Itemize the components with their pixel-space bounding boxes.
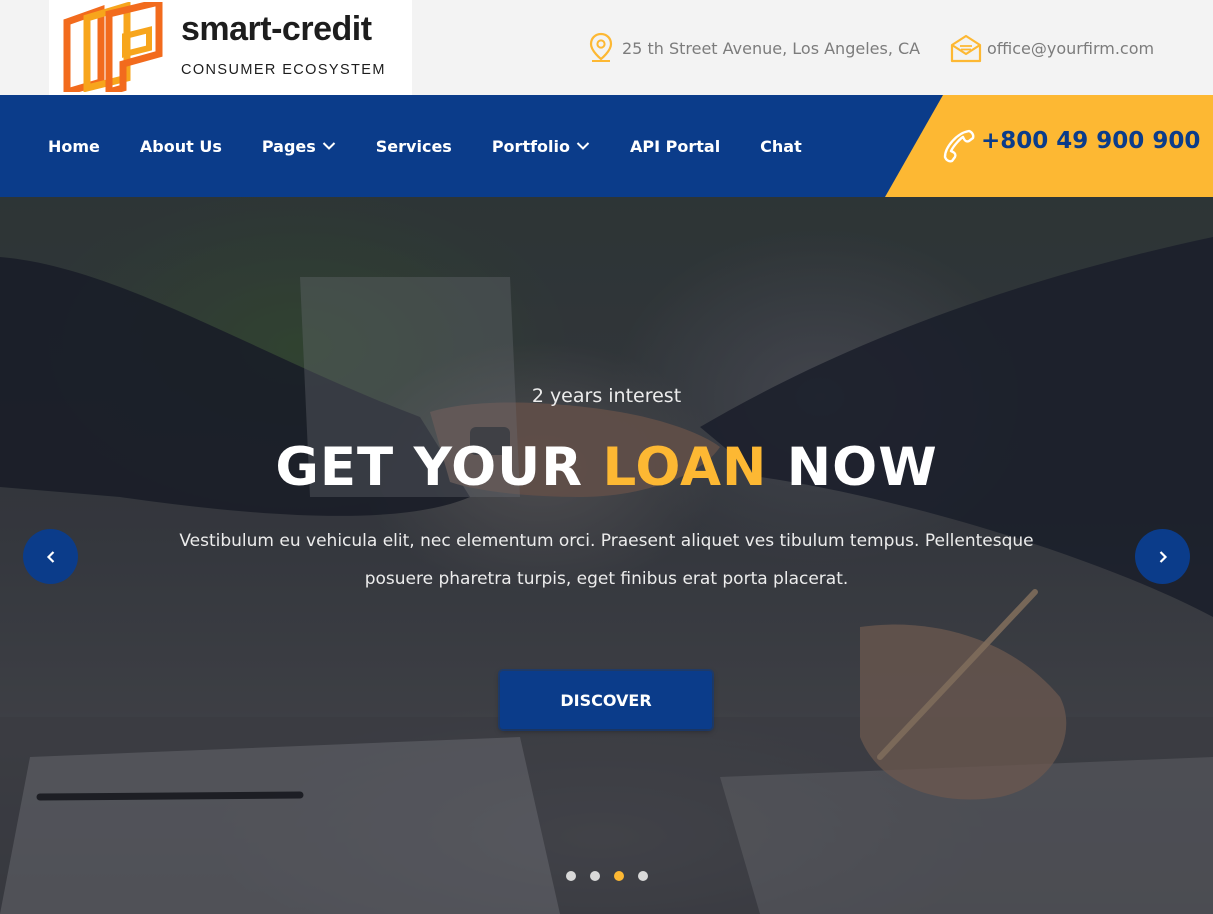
address-info: 25 th Street Avenue, Los Angeles, CA [584, 28, 920, 68]
discover-button[interactable]: DISCOVER [500, 671, 712, 729]
hero-description: Vestibulum eu vehicula elit, nec element… [179, 531, 1034, 589]
hero-title: GET YOUR LOAN NOW [0, 437, 1213, 498]
nav-item-portfolio[interactable]: Portfolio [492, 137, 590, 156]
slider-next-button[interactable] [1135, 529, 1190, 584]
nav-item-chat[interactable]: Chat [760, 137, 802, 156]
slider-dot-2[interactable] [589, 871, 600, 881]
nav-item-home[interactable]: Home [48, 137, 100, 156]
nav-item-label: Home [48, 136, 100, 156]
slider-prev-button[interactable] [23, 529, 78, 584]
address-text: 25 th Street Avenue, Los Angeles, CA [622, 38, 921, 58]
site-logo[interactable]: smart-credit CONSUMER ECOSYSTEM [49, 0, 412, 95]
nav-item-label: API Portal [630, 136, 721, 156]
slider-dot-1[interactable] [565, 871, 576, 881]
hero-title-part2: NOW [767, 437, 938, 498]
phone-number[interactable]: +800 49 900 900 [981, 128, 1200, 154]
hero-title-part1: GET YOUR [275, 437, 603, 498]
nav-item-label: Portfolio [491, 136, 570, 156]
hero-kicker: 2 years interest [531, 385, 682, 407]
location-pin-icon [584, 31, 618, 65]
nav-item-about-us[interactable]: About Us [140, 137, 222, 156]
slider-dot-4[interactable] [637, 871, 648, 881]
email-info[interactable]: office@yourfirm.com [949, 28, 1154, 68]
nav-item-pages[interactable]: Pages [262, 137, 336, 156]
chevron-down-icon [576, 141, 590, 151]
brand-tagline: CONSUMER ECOSYSTEM [181, 62, 386, 78]
chevron-right-icon [1159, 550, 1167, 563]
nav-item-label: Chat [760, 136, 802, 156]
hero-title-accent: LOAN [602, 437, 768, 498]
nav-item-label: About Us [139, 136, 222, 156]
nav-item-label: Services [375, 136, 452, 156]
brand-name: smart-credit [181, 10, 372, 48]
hero-slider: 2 years interest GET YOUR LOAN NOW Vesti… [0, 197, 1213, 914]
chevron-left-icon [46, 550, 54, 563]
nav-item-label: Pages [261, 136, 316, 156]
chevron-down-icon [322, 141, 336, 151]
slider-dot-3[interactable] [613, 871, 624, 881]
logo-mark-icon [63, 2, 163, 92]
slider-pagination [0, 871, 1213, 881]
phone-handset-icon [943, 129, 975, 163]
top-bar: smart-credit CONSUMER ECOSYSTEM 25 th St… [0, 0, 1213, 95]
envelope-icon [949, 31, 983, 65]
nav-item-api-portal[interactable]: API Portal [630, 137, 720, 156]
nav-item-services[interactable]: Services [376, 137, 452, 156]
main-menu: Home About Us Pages Services Portfolio A… [48, 95, 842, 197]
email-text[interactable]: office@yourfirm.com [987, 39, 1154, 58]
